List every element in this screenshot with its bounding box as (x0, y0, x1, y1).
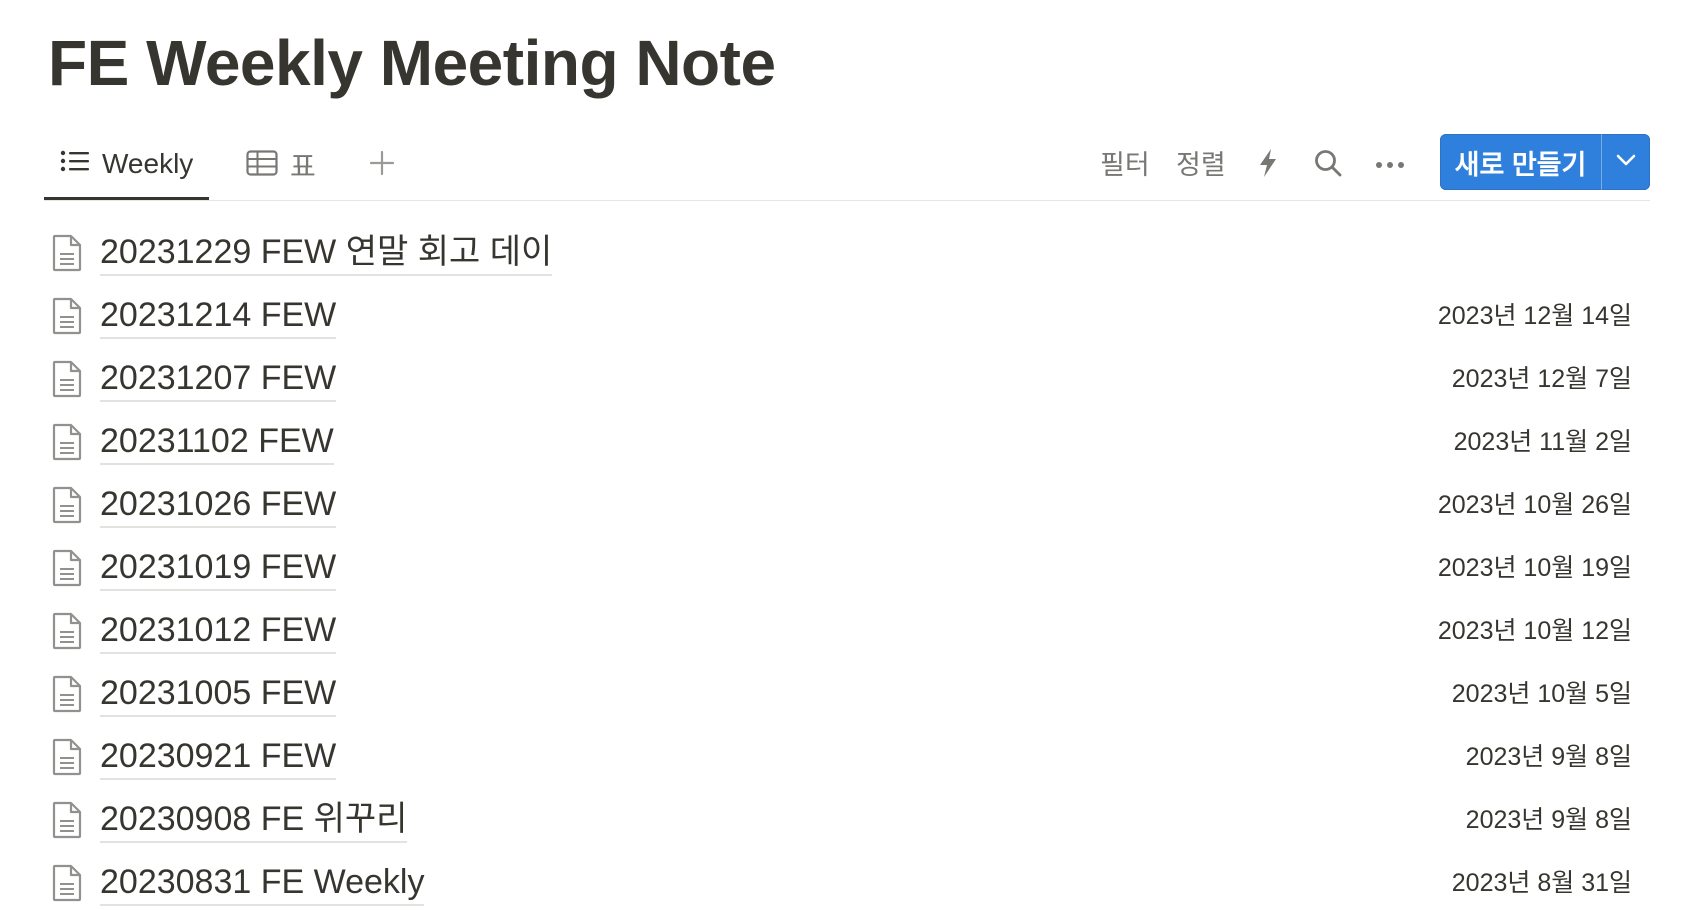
tab-table[interactable]: 표 (234, 130, 328, 200)
list-item[interactable]: 20230908 FE 위꾸리 2023년 9월 8일 (44, 789, 1650, 852)
list-item[interactable]: 20231214 FEW 2023년 12월 14일 (44, 285, 1650, 348)
add-view-button[interactable] (362, 130, 402, 200)
more-icon (1375, 156, 1405, 174)
list-item-title[interactable]: 20230831 FE Weekly (100, 860, 425, 906)
list-item-date: 2023년 9월 8일 (1465, 743, 1632, 771)
list-item[interactable]: 20231229 FEW 연말 회고 데이 (44, 222, 1650, 285)
page-list: 20231229 FEW 연말 회고 데이 20231214 FEW 2023년 1… (44, 222, 1650, 910)
view-toolbar: Weekly 표 필터 정렬 새로 만들기 (44, 130, 1650, 201)
list-item-title[interactable]: 20231019 FEW (100, 545, 337, 591)
page-title: FE Weekly Meeting Note (48, 27, 776, 99)
new-button-dropdown[interactable] (1601, 134, 1650, 190)
list-item-title[interactable]: 20230921 FEW (100, 734, 337, 780)
list-item-title[interactable]: 20231102 FEW (100, 419, 334, 465)
list-item-date: 2023년 10월 26일 (1437, 491, 1632, 519)
list-item[interactable]: 20231026 FEW 2023년 10월 26일 (44, 474, 1650, 537)
list-item-title[interactable]: 20231005 FEW (100, 671, 337, 717)
list-item-date: 2023년 10월 12일 (1437, 617, 1632, 645)
list-item-title[interactable]: 20231214 FEW (100, 293, 337, 339)
page-icon (50, 738, 84, 776)
tab-weekly[interactable]: Weekly (44, 130, 210, 200)
list-item-date: 2023년 9월 8일 (1465, 806, 1632, 834)
new-button[interactable]: 새로 만들기 (1440, 134, 1601, 190)
tab-weekly-label: Weekly (102, 147, 194, 179)
tab-table-label: 표 (290, 151, 316, 182)
list-item-title[interactable]: 20230908 FE 위꾸리 (100, 797, 408, 843)
list-item[interactable]: 20231012 FEW 2023년 10월 12일 (44, 600, 1650, 663)
list-item-title[interactable]: 20231207 FEW (100, 356, 337, 402)
page-icon (50, 486, 84, 524)
page-icon (50, 612, 84, 650)
page-icon (50, 864, 84, 902)
page-icon (50, 801, 84, 839)
list-item[interactable]: 20230831 FE Weekly 2023년 8월 31일 (44, 852, 1650, 910)
sort-button[interactable]: 정렬 (1176, 146, 1226, 184)
list-item-title[interactable]: 20231229 FEW 연말 회고 데이 (100, 230, 553, 276)
chevron-down-icon (1616, 153, 1636, 171)
new-button-group: 새로 만들기 (1440, 134, 1650, 190)
lightning-icon (1257, 148, 1279, 183)
list-item[interactable]: 20231207 FEW 2023년 12월 7일 (44, 348, 1650, 411)
table-icon (246, 149, 278, 181)
list-item[interactable]: 20231005 FEW 2023년 10월 5일 (44, 663, 1650, 726)
page: FE Weekly Meeting Note Weekly 표 필터 정렬 새로… (0, 0, 1690, 910)
search-icon (1313, 148, 1343, 183)
list-item[interactable]: 20230921 FEW 2023년 9월 8일 (44, 726, 1650, 789)
list-item-date: 2023년 10월 19일 (1437, 554, 1632, 582)
list-item-title[interactable]: 20231012 FEW (100, 608, 337, 654)
list-item-date: 2023년 10월 5일 (1451, 680, 1632, 708)
list-item-title[interactable]: 20231026 FEW (100, 482, 337, 528)
page-icon (50, 423, 84, 461)
page-icon (50, 234, 84, 272)
list-item-date: 2023년 12월 14일 (1437, 302, 1632, 330)
page-icon (50, 297, 84, 335)
list-item[interactable]: 20231102 FEW 2023년 11월 2일 (44, 411, 1650, 474)
page-icon (50, 675, 84, 713)
list-icon (60, 149, 90, 178)
more-options-button[interactable] (1372, 147, 1408, 183)
page-icon (50, 549, 84, 587)
filter-button[interactable]: 필터 (1100, 146, 1150, 184)
search-button[interactable] (1310, 147, 1346, 183)
plus-icon (369, 150, 395, 181)
list-item-date: 2023년 8월 31일 (1451, 869, 1632, 897)
page-icon (50, 360, 84, 398)
list-item-date: 2023년 12월 7일 (1451, 365, 1632, 393)
list-item[interactable]: 20231019 FEW 2023년 10월 19일 (44, 537, 1650, 600)
list-item-date: 2023년 11월 2일 (1453, 428, 1632, 456)
automation-button[interactable] (1250, 147, 1286, 183)
